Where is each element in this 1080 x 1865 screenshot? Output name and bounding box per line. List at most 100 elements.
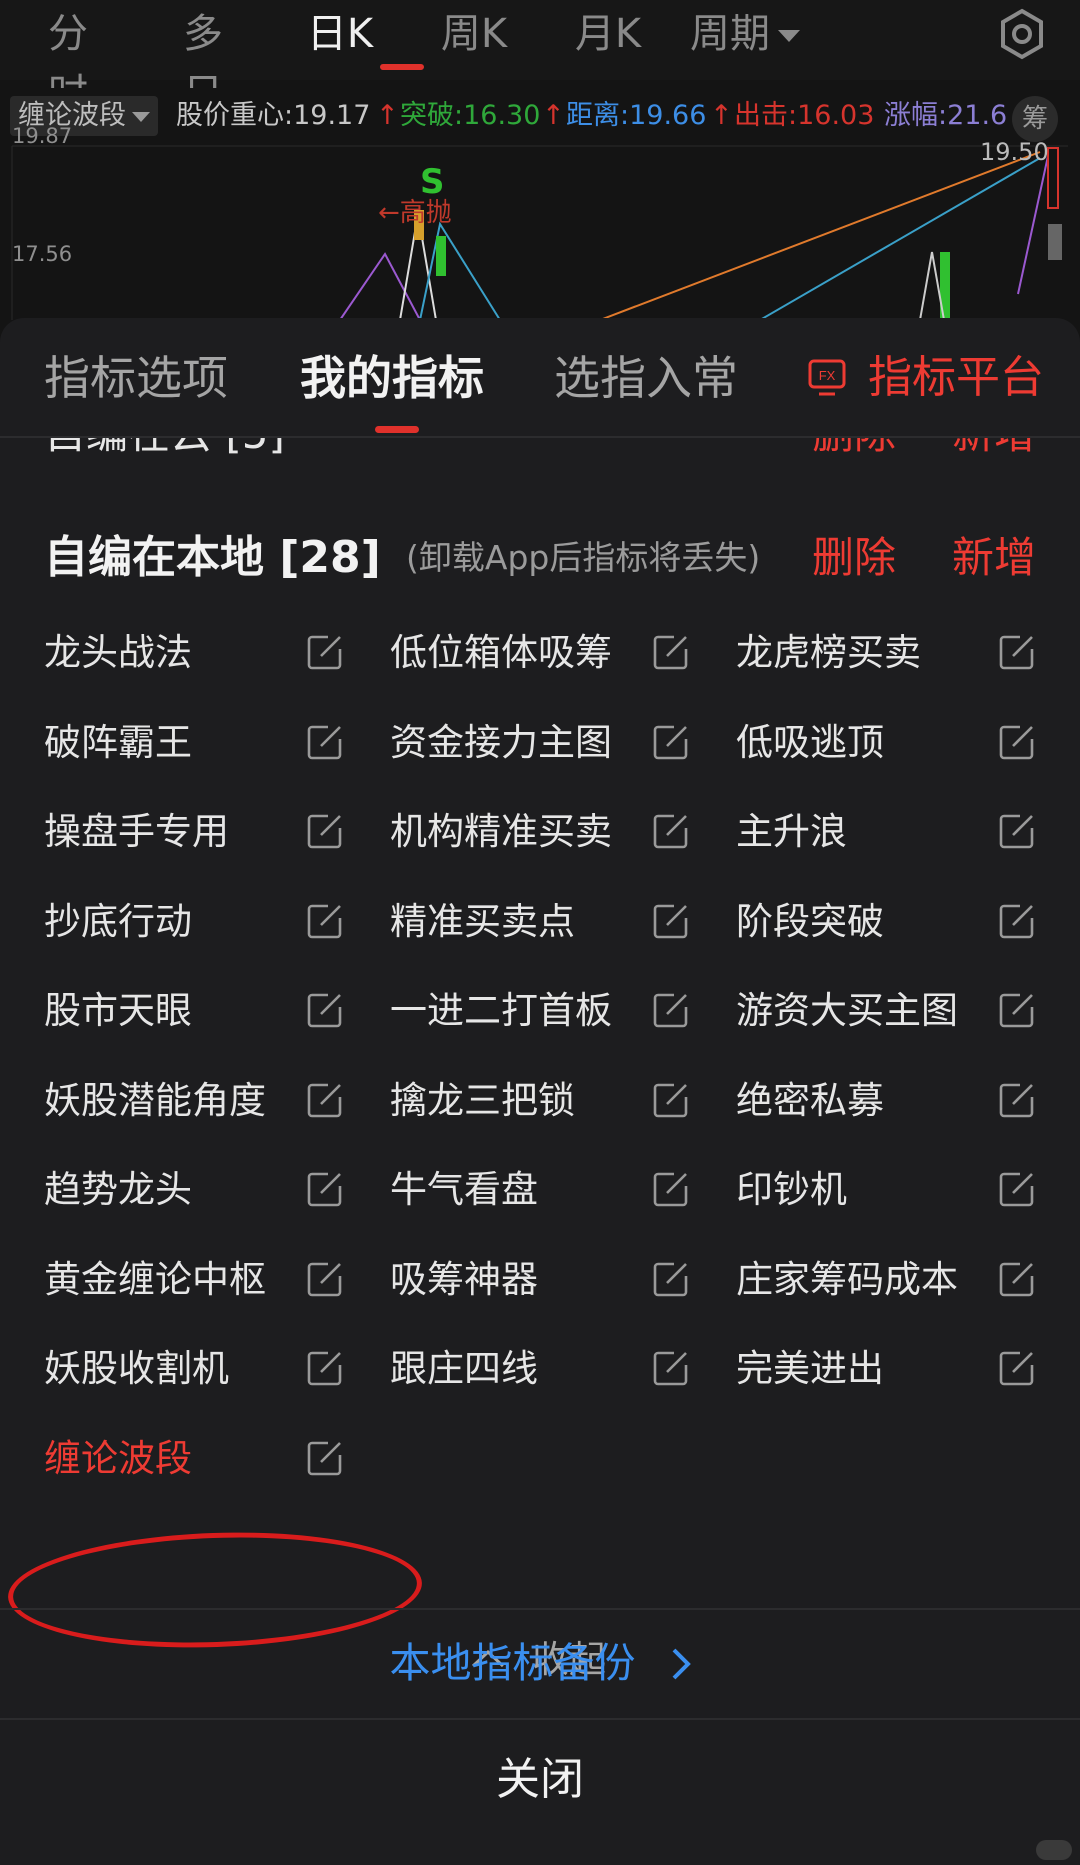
edit-icon[interactable] (306, 723, 344, 761)
edit-icon[interactable] (998, 723, 1036, 761)
peak-price-label: 19.50 (980, 138, 1049, 166)
edit-icon[interactable] (306, 902, 344, 940)
tab-indicator-options[interactable]: 指标选项 (44, 348, 228, 408)
tab-active-indicator (380, 64, 424, 70)
edit-icon[interactable] (998, 633, 1036, 671)
edit-icon[interactable] (306, 1260, 344, 1298)
indicator-label: 牛气看盘 (390, 1168, 538, 1211)
cloud-add-button[interactable]: 新增 (952, 438, 1036, 461)
indicator-item[interactable]: 黄金缠论中枢 (44, 1245, 346, 1315)
indicator-label: 破阵霸王 (44, 721, 192, 764)
indicator-label: 主升浪 (736, 810, 847, 853)
indicator-item[interactable]: 资金接力主图 (390, 708, 692, 778)
indicator-item[interactable]: 抄底行动 (44, 887, 346, 957)
indicator-item[interactable]: 吸筹神器 (390, 1245, 692, 1315)
indicator-label: 资金接力主图 (390, 721, 612, 764)
indicator-item[interactable]: 妖股潜能角度 (44, 1066, 346, 1136)
kline-chart[interactable]: 19.87 17.56 19.50 S ←高抛 (0, 124, 1080, 321)
indicator-item[interactable]: 主升浪 (736, 797, 1038, 867)
edit-icon[interactable] (306, 1170, 344, 1208)
edit-icon[interactable] (306, 1081, 344, 1119)
edit-icon[interactable] (652, 1260, 690, 1298)
close-button[interactable]: 关闭 (0, 1720, 1080, 1840)
indicator-label: 低位箱体吸筹 (390, 631, 612, 674)
local-delete-button[interactable]: 删除 (812, 528, 896, 588)
indicator-label: 低吸逃顶 (736, 721, 884, 764)
tab-weekly-k[interactable]: 周K (438, 4, 510, 64)
y-axis-low-label: 17.56 (12, 242, 73, 266)
indicator-item[interactable]: 阶段突破 (736, 887, 1038, 957)
edit-icon[interactable] (998, 902, 1036, 940)
tab-multi-day[interactable]: 多日 (167, 4, 239, 117)
indicator-item[interactable]: 破阵霸王 (44, 708, 346, 778)
edit-icon[interactable] (306, 633, 344, 671)
indicator-label: 印钞机 (736, 1168, 847, 1211)
edit-icon[interactable] (652, 1170, 690, 1208)
arrow-up-icon: ↑ (710, 100, 733, 131)
edit-icon[interactable] (652, 1081, 690, 1119)
arrow-up-icon: ↑ (376, 100, 399, 131)
tab-my-indicators[interactable]: 我的指标 (300, 348, 484, 408)
y-axis-top-label: 19.87 (12, 124, 73, 148)
settings-icon[interactable] (996, 8, 1048, 60)
indicator-item[interactable]: 擒龙三把锁 (390, 1066, 692, 1136)
indicator-item[interactable]: 一进二打首板 (390, 976, 692, 1046)
edit-icon[interactable] (306, 1439, 344, 1477)
indicator-label: 吸筹神器 (390, 1258, 538, 1301)
indicator-item[interactable]: 龙头战法 (44, 618, 346, 688)
indicator-item[interactable]: 低吸逃顶 (736, 708, 1038, 778)
edit-icon[interactable] (998, 1349, 1036, 1387)
edit-icon[interactable] (652, 902, 690, 940)
edit-icon[interactable] (652, 1349, 690, 1387)
indicator-list-scroll[interactable]: 自编在云 [5] 删除 新增 自编在本地 [28] (卸载App后指标将丢失) … (0, 438, 1080, 1698)
edit-icon[interactable] (652, 991, 690, 1029)
local-section-header: 自编在本地 [28] (卸载App后指标将丢失) 删除 新增 (44, 528, 1044, 588)
indicator-item[interactable]: 绝密私募 (736, 1066, 1038, 1136)
indicator-item[interactable]: 趋势龙头 (44, 1155, 346, 1225)
indicator-item[interactable]: 游资大买主图 (736, 976, 1038, 1046)
tab-daily-k[interactable]: 日K (304, 4, 376, 64)
indicator-item[interactable]: 操盘手专用 (44, 797, 346, 867)
edit-icon[interactable] (998, 991, 1036, 1029)
local-add-button[interactable]: 新增 (952, 528, 1036, 588)
indicator-item[interactable]: 股市天眼 (44, 976, 346, 1046)
indicator-value-strike: 出击:16.03 (734, 100, 875, 131)
edit-icon[interactable] (998, 812, 1036, 850)
edit-icon[interactable] (998, 1081, 1036, 1119)
indicator-item[interactable]: 低位箱体吸筹 (390, 618, 692, 688)
edit-icon[interactable] (306, 1349, 344, 1387)
edit-icon[interactable] (652, 812, 690, 850)
indicator-label: 阶段突破 (736, 900, 884, 943)
indicator-item[interactable]: 精准买卖点 (390, 887, 692, 957)
tab-intraday[interactable]: 分时 (32, 4, 104, 117)
indicator-label: 龙头战法 (44, 631, 192, 674)
indicator-item[interactable]: 庄家筹码成本 (736, 1245, 1038, 1315)
local-backup-button[interactable]: 本地指标备份 (0, 1608, 1080, 1718)
indicator-item[interactable]: 机构精准买卖 (390, 797, 692, 867)
chips-button[interactable]: 筹 (1012, 96, 1058, 142)
indicator-item[interactable]: 妖股收割机 (44, 1334, 346, 1404)
sheet-tab-bar: 指标选项 我的指标 选指入常 FX 指标平台 (0, 318, 1080, 438)
edit-icon[interactable] (306, 991, 344, 1029)
edit-icon[interactable] (998, 1170, 1036, 1208)
chevron-down-icon (132, 111, 150, 122)
indicator-item[interactable]: 牛气看盘 (390, 1155, 692, 1225)
indicator-label: 妖股潜能角度 (44, 1079, 266, 1122)
cloud-delete-button[interactable]: 删除 (812, 438, 896, 461)
edit-icon[interactable] (998, 1260, 1036, 1298)
indicator-item[interactable]: 缠论波段 (44, 1424, 346, 1494)
indicator-item[interactable]: 龙虎榜买卖 (736, 618, 1038, 688)
indicator-item[interactable]: 完美进出 (736, 1334, 1038, 1404)
edit-icon[interactable] (652, 633, 690, 671)
indicator-item[interactable]: 印钞机 (736, 1155, 1038, 1225)
tab-active-indicator (375, 426, 419, 433)
indicator-item[interactable]: 跟庄四线 (390, 1334, 692, 1404)
indicator-label: 跟庄四线 (390, 1347, 538, 1390)
tab-monthly-k[interactable]: 月K (572, 4, 644, 64)
indicator-label: 龙虎榜买卖 (736, 631, 921, 674)
tab-period-dropdown[interactable]: 周期 (690, 4, 810, 64)
indicator-label: 绝密私募 (736, 1079, 884, 1122)
edit-icon[interactable] (652, 723, 690, 761)
tab-choose-indicator[interactable]: 选指入常 (554, 348, 738, 408)
edit-icon[interactable] (306, 812, 344, 850)
